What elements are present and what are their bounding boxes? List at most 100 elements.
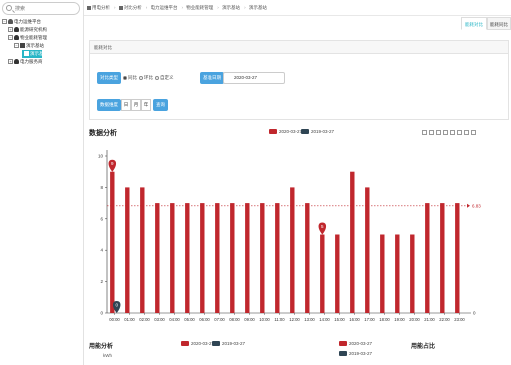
radio-label: 自定义 [160,75,174,80]
search-input[interactable] [15,5,75,13]
tab-energy-yoy[interactable]: 能耗同比 [487,17,511,30]
legend-label: 2019-03-27 [311,129,335,134]
breadcrumb-item[interactable]: 演示基站 [222,5,240,10]
breadcrumb-separator: › [181,5,184,10]
x-tick-label: 21:00 [424,317,435,322]
bar-current [245,203,250,313]
bar-current [440,203,445,313]
legend-label: 2020-03-27 [349,341,373,346]
usage-ratio-title: 用能占比 [411,344,436,350]
radio-yoy[interactable]: 同比 [123,75,137,81]
line-chart-icon[interactable] [443,130,448,135]
org-tree: − 电力运维平台 + 能源研究机构 − 物业能耗管理 − 演示基站 演示基站 + 电力服务商 [2,18,84,66]
x-tick-label: 05:00 [184,317,195,322]
bar-chart-icon[interactable] [450,130,455,135]
bar-current [365,187,370,313]
breadcrumb-separator: › [244,5,246,10]
data-view-icon[interactable] [436,130,441,135]
legend-swatch [339,351,347,357]
legend-label: 2019-03-27 [222,341,246,346]
x-tick-label: 07:00 [214,317,225,322]
pin-icon [24,51,29,57]
person-icon [14,35,19,41]
breadcrumb-item[interactable]: 对比分析 [124,5,142,10]
tree-node-label: 能源研究机构 [20,27,47,32]
legend-swatch [269,129,277,135]
radio-label: 同比 [128,75,137,80]
tab-energy-compare[interactable]: 能耗对比 [461,17,487,30]
breadcrumb: 用电分析 › 对比分析 › 电力运维平台 › 物业能耗管理 › 演示基站 › 演示基站 [87,5,269,11]
base-date-input[interactable]: 2020-03-27 [223,72,285,84]
radio-mom[interactable]: 环比 [139,75,153,81]
tree-node[interactable]: − 电力运维平台 [2,18,84,26]
dimension-year[interactable]: 年 [141,99,151,111]
bar-current [155,203,160,313]
tree-node[interactable]: − 物业能耗管理 [8,34,84,42]
panel-title: 能耗对比 [90,41,508,54]
settings-panel: 能耗对比 对比类型 同比 环比 自定义 基准日期 2020-03-27 数据维度… [89,40,509,120]
x-tick-label: 06:00 [199,317,210,322]
x-tick-label: 09:00 [244,317,255,322]
bar-current [305,203,310,313]
usage-analysis-title: 用能分析 [89,344,114,350]
collapse-icon[interactable]: − [14,43,19,49]
bar-current [380,234,385,313]
breadcrumb-item[interactable]: 演示基站 [249,5,267,10]
query-button[interactable]: 查询 [153,99,168,111]
collapse-icon[interactable]: − [2,19,7,25]
dimension-label: 数据维度 [97,99,121,111]
bar-current [110,171,115,313]
x-tick-label: 17:00 [364,317,375,322]
legend-previous[interactable]: 2019-03-27 [301,129,335,135]
bar-current [410,234,415,313]
usage-unit: kWh [103,353,112,358]
legend-label: 2020-03-27 [279,129,303,134]
person-icon [14,59,19,65]
breadcrumb-item[interactable]: 电力运维平台 [151,5,178,10]
dimension-day[interactable]: 日 [121,99,131,111]
legend-previous[interactable]: 2019-03-27 [339,351,372,357]
expand-icon[interactable]: + [8,27,13,33]
y-tick-label: 2 [100,279,103,284]
tree-node[interactable]: − 演示基站 [14,42,84,50]
legend-current[interactable]: 2020-03-27 [181,341,214,347]
legend-current[interactable]: 2020-03-27 [269,129,303,135]
bar-current [230,203,235,313]
radio-custom[interactable]: 自定义 [155,75,174,81]
bar-current [215,203,220,313]
tree-node[interactable]: + 能源研究机构 [8,26,84,34]
base-date-label: 基准日期 [200,72,224,84]
x-tick-label: 01:00 [124,317,135,322]
legend-previous[interactable]: 2019-03-27 [212,341,246,347]
data-zoom-icon[interactable] [422,130,427,135]
y-tick-label: 4 [100,248,103,253]
search-box[interactable] [2,2,80,15]
tree-node[interactable]: + 电力服务商 [8,58,84,66]
radio-dot-icon [123,75,127,80]
bar-current [455,203,460,313]
bar-current [125,187,130,313]
breadcrumb-item[interactable]: 用电分析 [92,5,110,10]
expand-icon[interactable]: + [8,59,13,65]
zoom-reset-icon[interactable] [429,130,434,135]
restore-icon[interactable] [464,130,469,135]
legend-swatch [339,341,347,347]
radio-label: 环比 [144,75,153,80]
tree-node-label: 物业能耗管理 [20,35,47,40]
dimension-month[interactable]: 月 [131,99,141,111]
radio-dot-icon [155,75,159,80]
x-tick-label: 20:00 [409,317,420,322]
download-icon[interactable] [471,130,476,135]
legend-swatch [212,341,220,347]
compare-type-label: 对比类型 [97,72,121,84]
stack-icon[interactable] [457,130,462,135]
legend-swatch [301,129,309,135]
legend-current[interactable]: 2020-03-27 [339,341,373,347]
search-icon [6,5,12,11]
bar-current [185,203,190,313]
collapse-icon[interactable]: − [8,35,13,41]
breadcrumb-item[interactable]: 物业能耗管理 [186,5,213,10]
bar-current [335,234,340,313]
tree-node[interactable]: 演示基站 [22,50,48,58]
bar-current [350,171,355,313]
